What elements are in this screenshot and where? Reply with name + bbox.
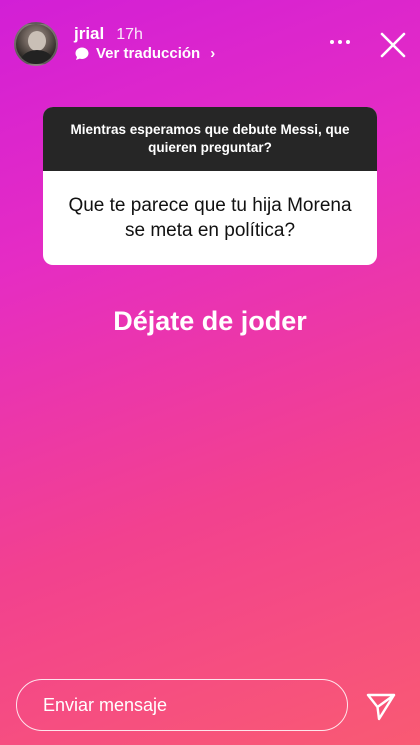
message-input[interactable]: Enviar mensaje — [16, 679, 348, 731]
message-placeholder: Enviar mensaje — [43, 694, 168, 715]
post-time: 17h — [116, 26, 143, 43]
question-sticker: Mientras esperamos que debute Messi, que… — [43, 107, 377, 265]
avatar-head-shape — [28, 31, 46, 51]
answer-text: Déjate de joder — [113, 306, 307, 336]
more-icon[interactable] — [330, 40, 350, 44]
story-header: jrial 17h Ver traducción › — [0, 0, 420, 80]
user-line: jrial 17h — [74, 24, 143, 44]
translate-label: Ver traducción — [96, 45, 201, 62]
more-dot — [330, 40, 334, 44]
avatar-body-shape — [21, 50, 53, 64]
close-icon[interactable] — [378, 30, 408, 60]
question-text: Que te parece que tu hija Morena se meta… — [68, 195, 352, 241]
more-dot — [338, 40, 342, 44]
username[interactable]: jrial — [74, 24, 104, 44]
speech-bubble-icon — [75, 47, 89, 60]
question-prompt: Mientras esperamos que debute Messi, que… — [43, 107, 377, 171]
translate-link[interactable]: Ver traducción › — [74, 45, 215, 62]
chevron-right-icon: › — [210, 45, 216, 62]
avatar[interactable] — [14, 22, 58, 66]
send-icon[interactable] — [365, 690, 397, 722]
more-dot — [346, 40, 350, 44]
